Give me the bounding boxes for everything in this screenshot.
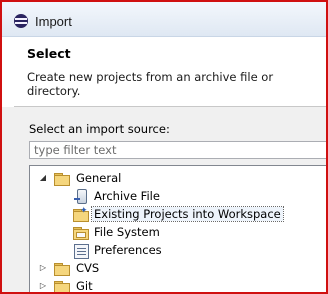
import-source-tree[interactable]: ◢ General Archive File ✦ Existing Projec… bbox=[29, 165, 326, 293]
window-title: Import bbox=[35, 14, 72, 29]
tree-item-label: Archive File bbox=[94, 189, 160, 203]
folder-icon bbox=[54, 281, 70, 292]
tree-item-existing-projects[interactable]: ✦ Existing Projects into Workspace bbox=[30, 205, 326, 223]
tree-item-label: General bbox=[76, 171, 122, 185]
tree-item-label: Git bbox=[76, 279, 93, 293]
expand-triangle-icon[interactable]: ▷ bbox=[38, 281, 48, 291]
tree-item-label: Existing Projects into Workspace bbox=[91, 206, 284, 222]
tree-item-preferences[interactable]: Preferences bbox=[30, 241, 326, 259]
tree-item-label: Preferences bbox=[94, 243, 162, 257]
tree-item-file-system[interactable]: File System bbox=[30, 223, 326, 241]
title-bar[interactable]: Import bbox=[2, 2, 326, 37]
import-source-label: Select an import source: bbox=[29, 122, 170, 136]
preferences-icon bbox=[74, 244, 89, 259]
tree-item-cvs[interactable]: ▷ CVS bbox=[30, 259, 326, 277]
filter-input[interactable] bbox=[29, 141, 326, 159]
project-folder-icon: ✦ bbox=[73, 206, 89, 222]
folder-icon bbox=[73, 227, 89, 240]
wizard-header: Select Create new projects from an archi… bbox=[2, 37, 326, 105]
tree-item-label: CVS bbox=[76, 261, 100, 275]
tree-item-archive-file[interactable]: Archive File bbox=[30, 187, 326, 205]
collapse-triangle-icon[interactable]: ◢ bbox=[38, 173, 48, 183]
tree-item-label: File System bbox=[94, 225, 160, 239]
folder-icon bbox=[54, 263, 70, 276]
expand-triangle-icon[interactable]: ▷ bbox=[38, 263, 48, 273]
tree-item-git[interactable]: ▷ Git bbox=[30, 277, 326, 293]
import-dialog: Import Select Create new projects from a… bbox=[0, 0, 328, 294]
eclipse-icon bbox=[14, 14, 28, 28]
folder-open-icon bbox=[54, 173, 70, 186]
archive-file-icon bbox=[74, 189, 87, 204]
tree-item-general[interactable]: ◢ General bbox=[30, 169, 326, 187]
page-title: Select bbox=[27, 46, 71, 61]
page-description: Create new projects from an archive file… bbox=[27, 70, 274, 98]
